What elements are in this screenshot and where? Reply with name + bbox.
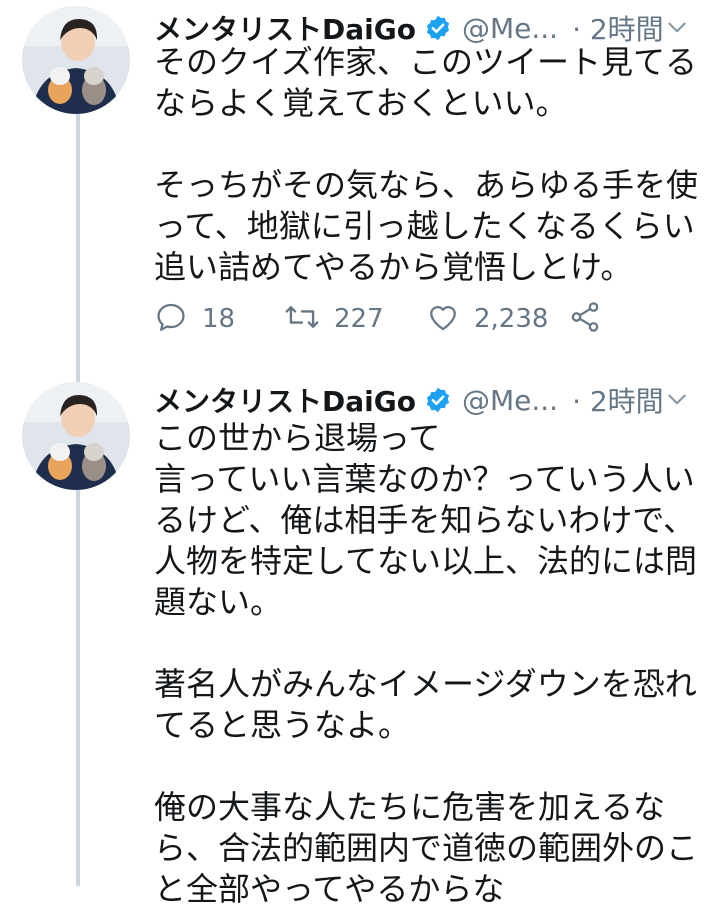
like-count: 2,238 [474, 304, 549, 334]
heart-icon [426, 300, 460, 338]
tweet-text: この世から退場って 言っていい言葉なのか？っていう人いるけど、俺は相手を知らない… [154, 419, 699, 908]
reply-count: 18 [202, 304, 236, 334]
tweet-header: メンタリストDaiGo @Me... · 2時間 [154, 378, 700, 422]
thread-connector-line [76, 112, 80, 886]
author-name[interactable]: メンタリストDaiGo [154, 380, 416, 420]
like-button[interactable]: 2,238 [426, 300, 568, 338]
share-icon [568, 300, 602, 338]
verified-badge-icon [424, 14, 452, 42]
tweet-timestamp[interactable]: · 2時間 [572, 380, 664, 420]
retweet-icon [284, 300, 320, 338]
author-handle[interactable]: @Me... [462, 12, 558, 45]
reply-icon [154, 300, 188, 338]
reply-button[interactable]: 18 [154, 300, 284, 338]
verified-badge-icon [424, 386, 452, 414]
chevron-down-icon[interactable] [664, 387, 690, 413]
retweet-count: 227 [334, 304, 384, 334]
tweet-text: そのクイズ作家、このツイート見てるならよく覚えておくといい。 そっちがその気なら… [154, 43, 699, 286]
author-handle[interactable]: @Me... [462, 384, 558, 417]
avatar[interactable] [22, 6, 130, 114]
chevron-down-icon[interactable] [664, 15, 690, 41]
tweet-actions: 18 227 2,238 [154, 296, 602, 342]
share-button[interactable] [568, 300, 602, 338]
avatar[interactable] [22, 382, 130, 490]
retweet-button[interactable]: 227 [284, 300, 426, 338]
